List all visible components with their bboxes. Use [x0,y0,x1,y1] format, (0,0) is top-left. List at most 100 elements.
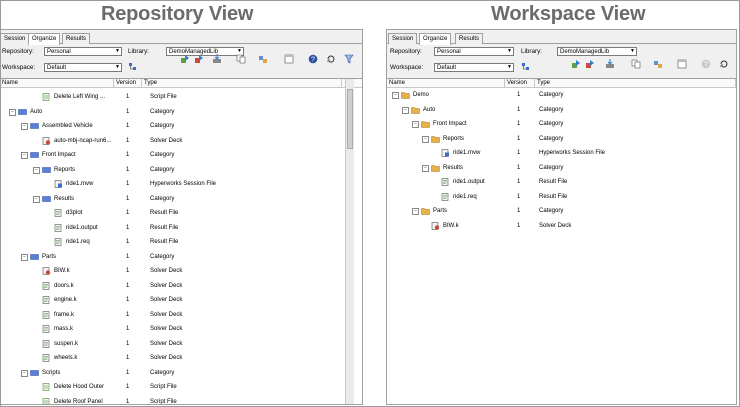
tree-row[interactable]: − Front Impact 1 Category [387,117,736,131]
tree-row[interactable]: mass.k 1 Solver Deck [1,322,362,336]
collapse-toggle-icon[interactable]: − [422,164,429,172]
refresh-icon[interactable] [719,59,729,69]
collapse-toggle-icon[interactable]: − [412,121,419,128]
tree-row[interactable]: − Results 1 Category [387,161,736,175]
tree-row[interactable]: BIW.k 1 Solver Deck [1,264,362,278]
tree-row[interactable]: auto-mbj-ncap-run6... 1 Solver Deck [1,134,362,148]
library-select[interactable]: DemoManagedLib ▼ [166,47,244,56]
link-icon[interactable] [653,59,663,69]
collapse-toggle-icon[interactable]: − [392,92,399,99]
tree-row[interactable]: − Results 1 Category [1,192,362,206]
row-name: BIW.k [54,268,70,274]
tree-row[interactable]: − Auto 1 Category [387,103,736,117]
properties-icon[interactable] [284,54,294,64]
filter-icon[interactable] [344,54,354,64]
checkin-icon[interactable] [571,59,581,69]
tab-organize[interactable]: Organize [419,33,452,45]
column-name[interactable]: Name [387,79,505,87]
row-type: Result File [150,210,179,216]
tree-row[interactable]: ride1.mvw 1 Hyperworks Session File [387,146,736,160]
link-icon[interactable] [258,54,268,64]
tree-row[interactable]: ride1.mvw 1 Hyperworks Session File [1,177,362,191]
result-file-icon [42,281,51,290]
collapse-toggle-icon[interactable]: − [9,108,16,116]
tree-row[interactable]: frame.k 1 Solver Deck [1,308,362,322]
help-icon[interactable]: ? [701,59,711,69]
workspace-select[interactable]: Default ▼ [44,63,122,72]
column-version[interactable]: Version [505,79,535,87]
tree-row[interactable]: Delete Left Wing ... 1 Script File [1,90,362,104]
tree-row[interactable]: − Auto 1 Category [1,105,362,119]
refresh-icon[interactable] [326,54,336,64]
row-type: Script File [150,94,177,100]
tree-row[interactable]: Delete Roof Panel 1 Script File [1,395,362,404]
tree-row[interactable]: ride1.req 1 Result File [387,190,736,204]
repository-select[interactable]: Personal ▼ [434,47,514,56]
tree-row[interactable]: ride1.req 1 Result File [1,235,362,249]
category-icon [30,253,39,261]
tab-session[interactable]: Session [388,33,418,44]
collapse-toggle-icon[interactable]: − [21,123,28,130]
category-icon [30,151,39,159]
result-file-icon [54,209,63,217]
tree-row[interactable]: − Parts 1 Category [1,250,362,264]
download-icon[interactable] [605,59,615,69]
tree-row[interactable]: d3plot 1 Result File [1,206,362,220]
tree-row[interactable]: − Front Impact 1 Category [1,148,362,162]
download-icon[interactable] [212,54,222,64]
tree-row[interactable]: doors.k 1 Solver Deck [1,279,362,293]
workspace-select-value: Default [47,65,67,71]
tree-row[interactable]: − Reports 1 Category [387,132,736,146]
copy-icon[interactable] [236,54,246,64]
tree-row[interactable]: ride1.output 1 Result File [1,221,362,235]
workspace-tree-icon[interactable] [521,62,531,72]
column-type[interactable]: Type [535,79,736,87]
checkout-icon[interactable] [194,54,204,64]
tree-row[interactable]: engine.k 1 Solver Deck [1,293,362,307]
repository-select-value: Personal [437,49,461,55]
collapse-toggle-icon[interactable]: − [33,166,40,174]
tab-session[interactable]: Session [1,33,30,44]
row-version: 1 [126,94,130,100]
row-name: doors.k [54,282,74,289]
column-name[interactable]: Name [1,79,114,87]
scrollbar-thumb[interactable] [347,89,353,149]
library-label: Library: [128,48,149,55]
checkout-icon[interactable] [585,59,595,69]
row-type: Solver Deck [150,297,183,303]
checkin-icon[interactable] [180,54,190,64]
row-type: Solver Deck [539,222,572,229]
row-version: 1 [517,208,521,214]
column-type[interactable]: Type [142,79,342,87]
tab-organize[interactable]: Organize [28,33,61,45]
row-version: 1 [126,224,130,231]
tree-row[interactable]: wheels.k 1 Solver Deck [1,351,362,365]
tab-results[interactable]: Results [62,33,91,44]
vertical-scrollbar[interactable] [345,79,354,404]
workspace-tree-icon[interactable] [128,62,138,72]
collapse-toggle-icon[interactable]: − [21,152,28,159]
tree-row[interactable]: suspen.k 1 Solver Deck [1,337,362,351]
tree-row[interactable]: − Reports 1 Category [1,163,362,177]
library-select[interactable]: DemoManagedLib ▼ [557,47,637,56]
properties-icon[interactable] [677,59,687,69]
help-icon[interactable]: ? [308,54,318,64]
collapse-toggle-icon[interactable]: − [422,135,429,143]
tab-results[interactable]: Results [455,33,484,44]
workspace-select[interactable]: Default ▼ [434,63,514,72]
tree-row[interactable]: − Assembled Vehicle 1 Category [1,119,362,133]
collapse-toggle-icon[interactable]: − [402,106,409,114]
collapse-toggle-icon[interactable]: − [21,253,28,261]
column-version[interactable]: Version [114,79,142,87]
repository-select[interactable]: Personal ▼ [44,47,122,56]
collapse-toggle-icon[interactable]: − [21,369,28,377]
tree-row[interactable]: Delete Hood Outer 1 Script File [1,380,362,394]
collapse-toggle-icon[interactable]: − [412,208,419,215]
tree-row[interactable]: ride1.output 1 Result File [387,175,736,189]
tree-row[interactable]: − Scripts 1 Category [1,366,362,380]
tree-row[interactable]: − Parts 1 Category [387,204,736,218]
collapse-toggle-icon[interactable]: − [33,195,40,203]
tree-row[interactable]: BIW.k 1 Solver Deck [387,219,736,233]
copy-icon[interactable] [631,59,641,69]
tree-row[interactable]: − Demo 1 Category [387,88,736,102]
